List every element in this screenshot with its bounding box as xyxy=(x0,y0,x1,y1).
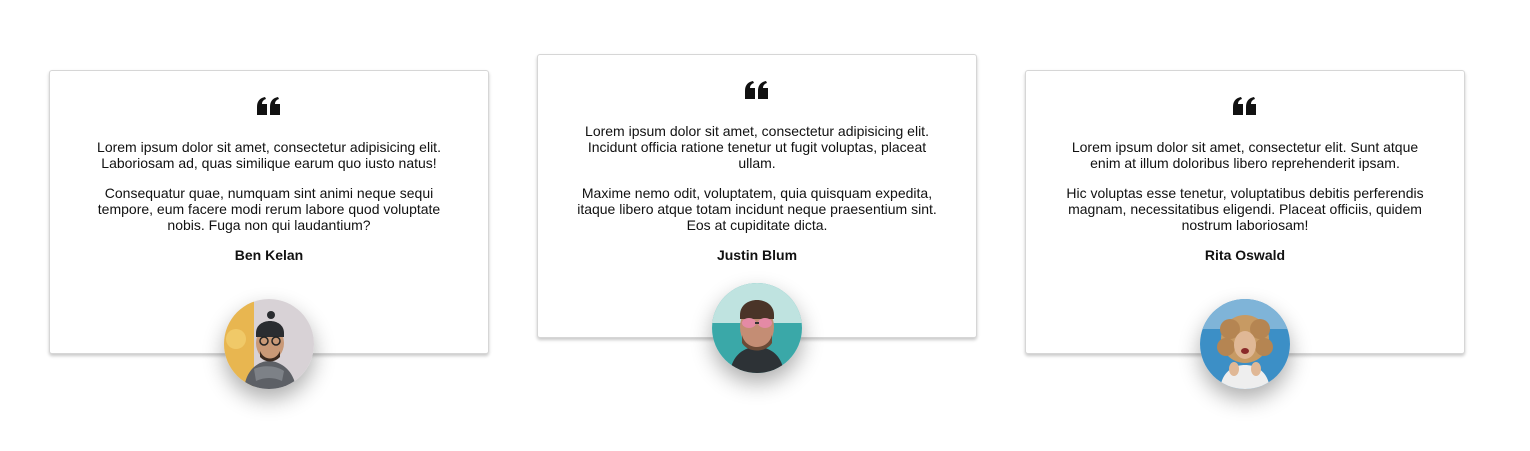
testimonial-text: Maxime nemo odit, voluptatem, quia quisq… xyxy=(577,185,937,233)
quote-icon xyxy=(257,97,281,115)
testimonial-text: Hic voluptas esse tenetur, voluptatibus … xyxy=(1066,185,1424,233)
testimonial-text: Lorem ipsum dolor sit amet, consectetur … xyxy=(1071,139,1419,171)
testimonials-section: Lorem ipsum dolor sit amet, consectetur … xyxy=(0,0,1530,451)
author-name: Rita Oswald xyxy=(1204,247,1286,263)
author-name: Ben Kelan xyxy=(234,247,304,263)
avatar xyxy=(1200,299,1290,389)
testimonial-text: Consequatur quae, numquam sint animi neq… xyxy=(97,185,441,233)
testimonial-card: Lorem ipsum dolor sit amet, consectetur … xyxy=(49,70,489,389)
avatar xyxy=(224,299,314,389)
author-name: Justin Blum xyxy=(716,247,798,263)
testimonial-card: Lorem ipsum dolor sit amet, consectetur … xyxy=(1025,70,1465,389)
avatar xyxy=(712,283,802,373)
quote-icon xyxy=(745,81,769,99)
testimonial-text: Lorem ipsum dolor sit amet, consectetur … xyxy=(585,123,929,171)
testimonial-card: Lorem ipsum dolor sit amet, consectetur … xyxy=(537,54,977,373)
quote-icon xyxy=(1233,97,1257,115)
testimonial-text: Lorem ipsum dolor sit amet, consectetur … xyxy=(97,139,441,171)
